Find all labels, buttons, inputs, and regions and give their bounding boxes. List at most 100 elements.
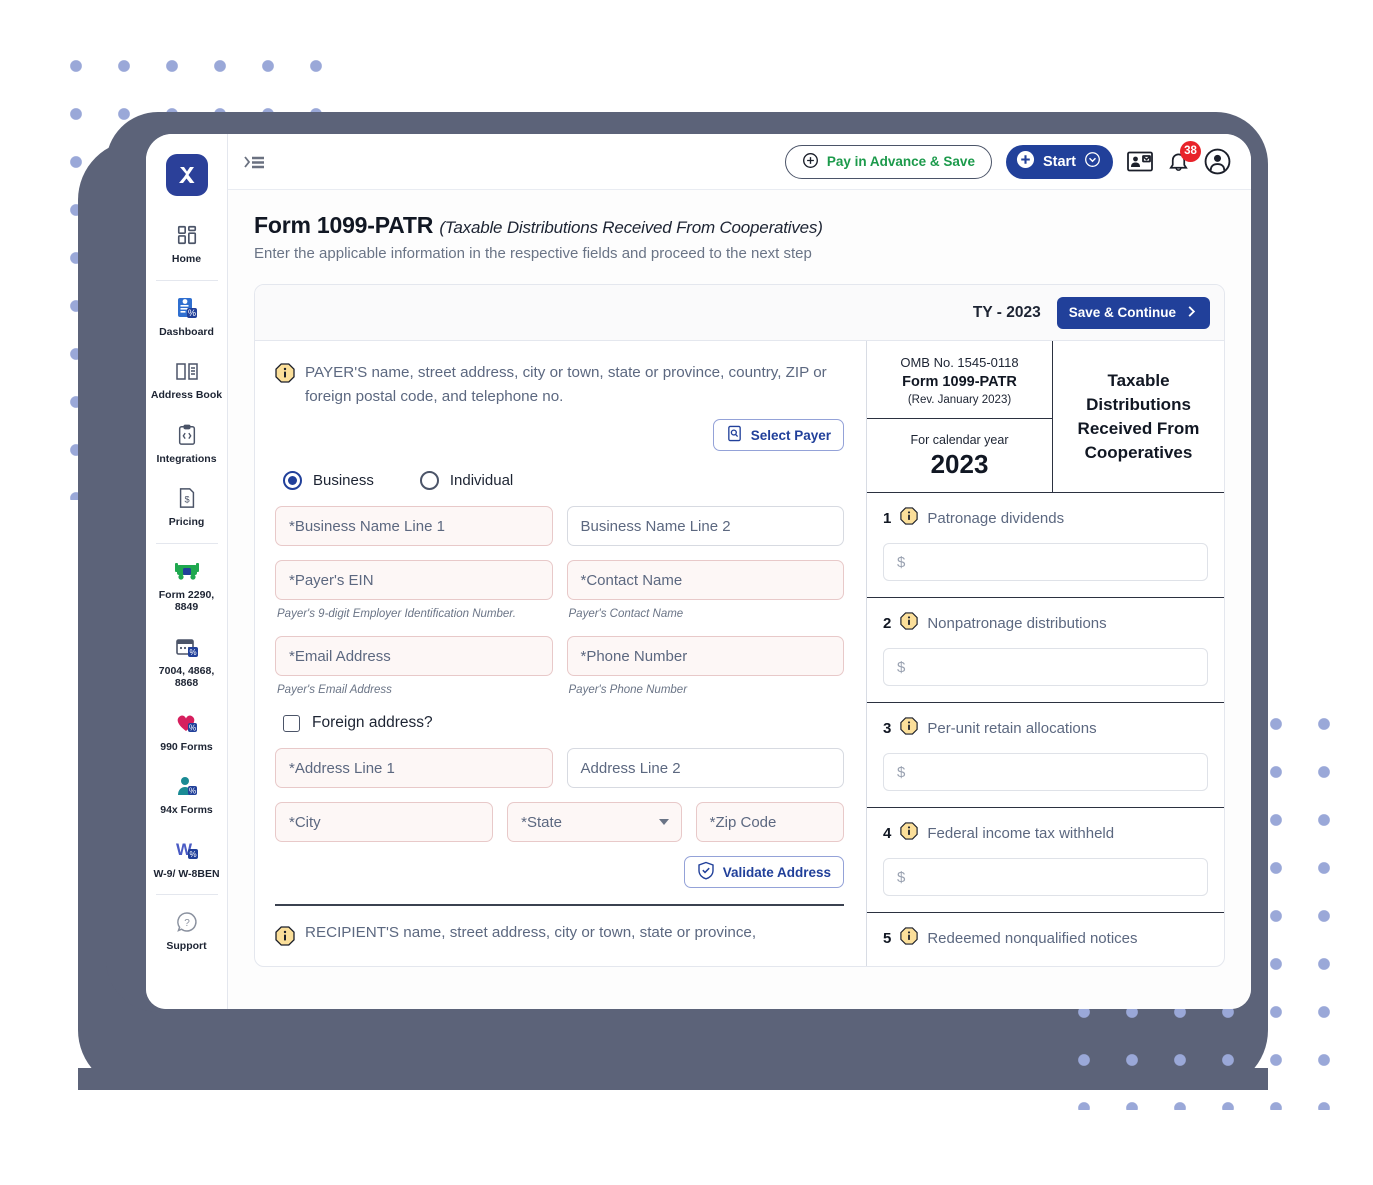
sidebar-item-integrations[interactable]: Integrations [146, 412, 228, 476]
info-icon[interactable] [900, 717, 919, 740]
sidebar-item-pricing[interactable]: $ Pricing [146, 475, 228, 539]
form-box-4: 4 Federal income tax withheld $ [867, 808, 1224, 913]
chevron-down-icon [658, 819, 669, 825]
payer-section: PAYER'S name, street address, city or to… [255, 341, 866, 966]
form-box-label: Per-unit retain allocations [927, 720, 1097, 737]
sidebar-divider [155, 542, 218, 544]
sidebar-item-dashboard[interactable]: % Dashboard [146, 285, 228, 349]
grid-icon [176, 222, 198, 248]
omb-info-box: OMB No. 1545-0118 Form 1099-PATR (Rev. J… [867, 341, 1052, 419]
payer-ein-input[interactable]: *Payer's EIN [275, 560, 553, 600]
phone-field: *Phone Number Payer's Phone Number [566, 636, 844, 698]
form-box-4-input[interactable]: $ [883, 858, 1208, 896]
code-icon [176, 422, 198, 448]
info-icon[interactable] [900, 927, 919, 950]
form-card-body: PAYER'S name, street address, city or to… [255, 341, 1224, 966]
sidebar-item-label: Support [166, 940, 207, 952]
sidebar-divider [155, 894, 218, 895]
radio-individual-label: Individual [449, 472, 514, 489]
form-box-2-input[interactable]: $ [883, 648, 1208, 686]
zip-input[interactable]: *Zip Code [695, 802, 844, 842]
calendar-icon: % [175, 634, 199, 660]
phone-input[interactable]: *Phone Number [566, 636, 844, 676]
sidebar-item-990-forms[interactable]: % 990 Forms [146, 700, 228, 764]
foreign-address-checkbox[interactable]: Foreign address? [283, 714, 844, 732]
collapse-sidebar-icon[interactable] [244, 153, 266, 171]
notification-badge: 38 [1180, 140, 1201, 162]
sidebar-item-w9-w8ben[interactable]: W % W-9/ W-8BEN [146, 827, 228, 891]
page-title-subtitle: (Taxable Distributions Received From Coo… [439, 218, 823, 237]
shield-check-icon [697, 861, 715, 883]
form-title-box: Taxable Distributions Received From Coop… [1053, 341, 1224, 492]
radio-individual-indicator [419, 471, 439, 490]
sidebar-divider [155, 279, 218, 281]
business-name-1-input[interactable]: *Business Name Line 1 [275, 506, 553, 546]
address-2-field: Address Line 2 [566, 748, 844, 788]
validate-address-button[interactable]: Validate Address [683, 856, 844, 888]
form-title: Taxable Distributions Received From Coop… [1077, 370, 1200, 462]
start-label: Start [1042, 153, 1076, 170]
question-icon: ? [175, 909, 199, 935]
info-icon[interactable] [275, 925, 295, 951]
radio-individual[interactable]: Individual [419, 471, 514, 490]
contact-card-icon[interactable] [1127, 151, 1153, 172]
address-2-input[interactable]: Address Line 2 [566, 748, 844, 788]
contact-name-field: *Contact Name Payer's Contact Name [566, 560, 844, 622]
recipient-section-header: RECIPIENT'S name, street address, city o… [275, 906, 844, 965]
city-input[interactable]: *City [275, 802, 494, 842]
sidebar-item-label: Form 2290, 8849 [158, 588, 215, 614]
calendar-year-box: For calendar year 2023 [867, 419, 1052, 492]
sidebar-item-home[interactable]: Home [146, 212, 228, 276]
dashboard-icon: % [175, 295, 199, 321]
chevron-right-icon [1185, 305, 1198, 321]
form-box-number: 3 [883, 720, 892, 737]
info-icon[interactable] [900, 507, 919, 530]
sidebar-item-support[interactable]: ? Support [146, 899, 228, 963]
price-tag-icon: $ [177, 485, 197, 511]
top-bar: Pay in Advance & Save Start 38 [228, 134, 1251, 190]
calendar-year-label: For calendar year [910, 433, 1009, 447]
recipient-section-text: RECIPIENT'S name, street address, city o… [305, 923, 757, 941]
business-name-2-input[interactable]: Business Name Line 2 [566, 506, 844, 546]
sidebar-item-address-book[interactable]: Address Book [146, 348, 228, 412]
state-field: *State [507, 802, 682, 842]
contact-name-input[interactable]: *Contact Name [566, 560, 844, 600]
state-select[interactable]: *State [507, 802, 682, 842]
notifications-bell-button[interactable]: 38 [1167, 140, 1201, 174]
info-icon[interactable] [275, 363, 295, 409]
sidebar-item-label: Pricing [168, 516, 205, 528]
radio-business[interactable]: Business [283, 471, 374, 490]
sidebar-item-label: W-9/ W-8BEN [153, 867, 220, 880]
app-logo[interactable] [165, 154, 208, 196]
form-box-label: Patronage dividends [927, 510, 1065, 527]
form-box-3-header: 3 Per-unit retain allocations [883, 717, 1208, 740]
form-box-number: 4 [883, 825, 892, 842]
omb-number: OMB No. 1545-0118 [900, 355, 1019, 370]
city-field: *City [275, 802, 494, 842]
form-box-1-input[interactable]: $ [883, 543, 1208, 581]
user-avatar-icon[interactable] [1204, 148, 1231, 175]
zip-field: *Zip Code [695, 802, 844, 842]
form-box-1: 1 Patronage dividends $ [867, 493, 1224, 598]
info-icon[interactable] [900, 822, 919, 845]
address-1-field: *Address Line 1 [275, 748, 553, 788]
start-button[interactable]: Start [1005, 144, 1113, 179]
form-box-number: 1 [883, 510, 892, 527]
info-icon[interactable] [900, 612, 919, 635]
address-1-input[interactable]: *Address Line 1 [275, 748, 553, 788]
page-description: Enter the applicable information in the … [254, 245, 812, 262]
truck-icon [174, 558, 200, 584]
form-box-label: Nonpatronage distributions [927, 615, 1107, 632]
w-form-icon: W % [174, 837, 200, 863]
form-box-3-input[interactable]: $ [883, 753, 1208, 791]
form-box-2-header: 2 Nonpatronage distributions [883, 612, 1208, 635]
email-input[interactable]: *Email Address [275, 636, 553, 676]
sidebar-item-7004-4868-8868[interactable]: % 7004, 4868, 8868 [146, 624, 228, 700]
pay-in-advance-button[interactable]: Pay in Advance & Save [784, 144, 992, 179]
sidebar-item-form-2290-8849[interactable]: Form 2290, 8849 [146, 548, 228, 624]
sidebar: Home % Dashboard Address Book Integratio… [146, 134, 228, 1009]
save-and-continue-button[interactable]: Save & Continue [1056, 296, 1210, 329]
omb-left-column: OMB No. 1545-0118 Form 1099-PATR (Rev. J… [867, 341, 1053, 492]
select-payer-button[interactable]: Select Payer [712, 419, 844, 451]
sidebar-item-94x-forms[interactable]: % 94x Forms [146, 763, 228, 827]
